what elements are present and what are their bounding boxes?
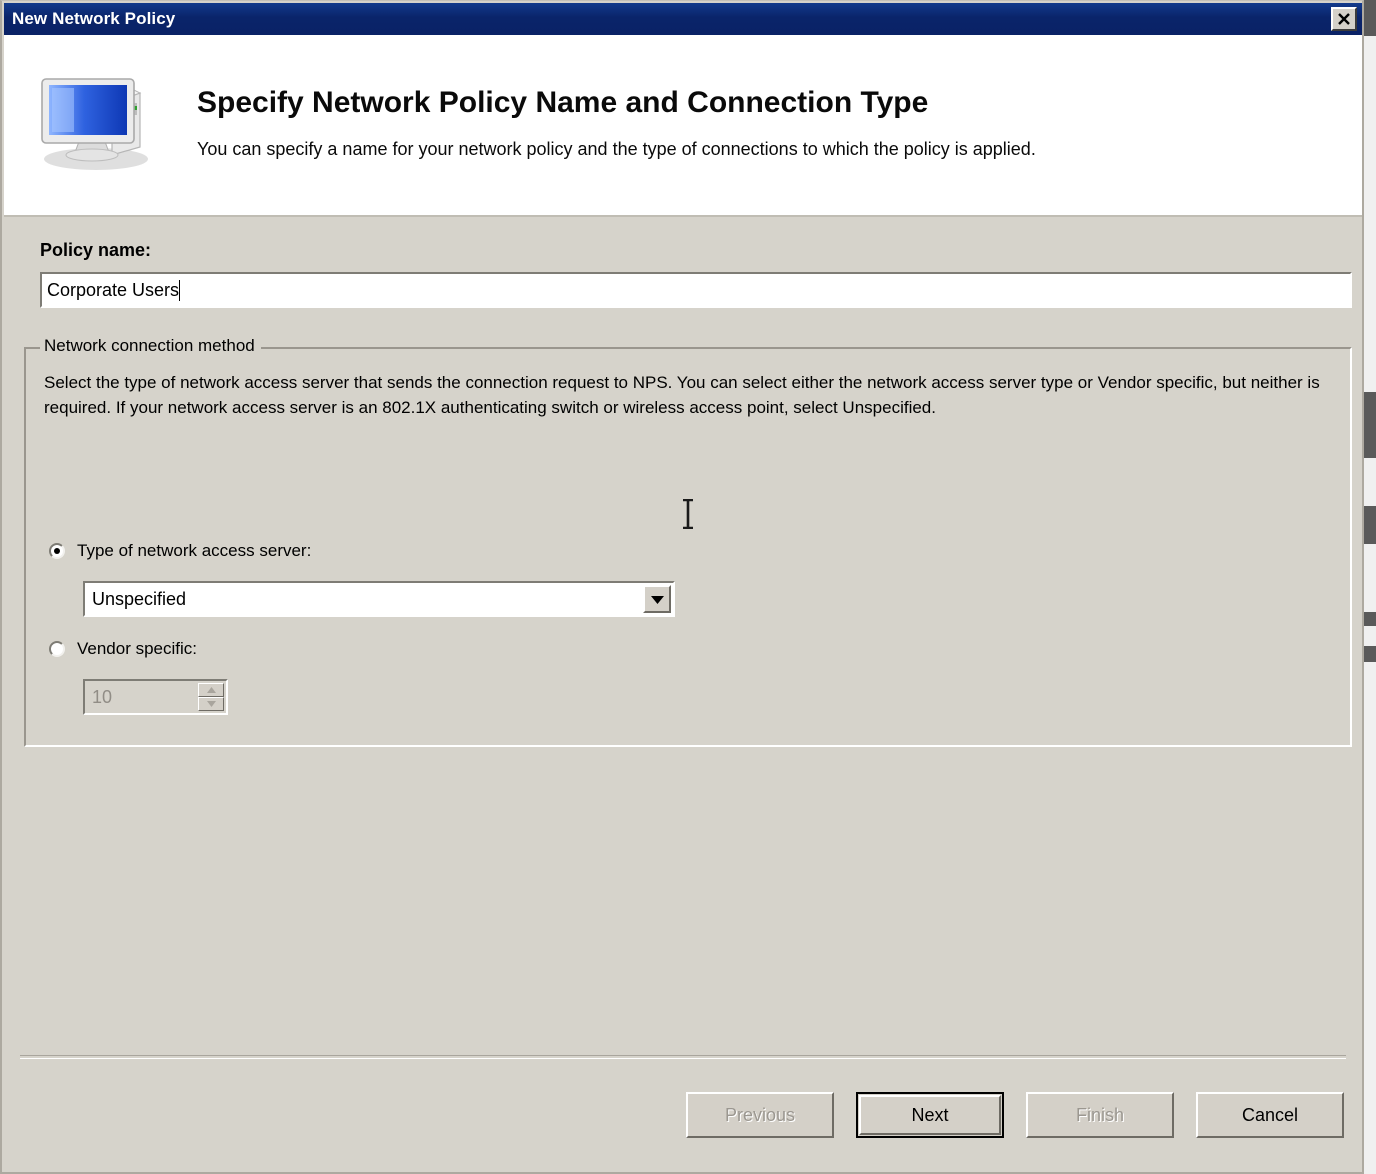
page-title: Specify Network Policy Name and Connecti…: [197, 86, 929, 119]
radio-vendor-specific-label: Vendor specific:: [77, 639, 198, 658]
close-button[interactable]: [1331, 7, 1357, 31]
vendor-specific-value: 10: [92, 686, 113, 707]
nas-type-selected-value: Unspecified: [92, 588, 187, 609]
radio-nas-type-label: Type of network access server:: [77, 541, 312, 560]
policy-name-input[interactable]: Corporate Users: [40, 272, 1352, 308]
close-x-icon: [1338, 13, 1350, 25]
footer-button-bar: Previous Next Finish Cancel: [686, 1092, 1344, 1138]
desktop-backdrop: New Network Policy Specify Network Polic…: [0, 0, 1376, 1174]
title-bar: New Network Policy: [4, 3, 1362, 35]
page-subtitle: You can specify a name for your network …: [197, 138, 1036, 159]
group-legend: Network connection method: [40, 336, 261, 356]
nas-type-dropdown-button[interactable]: [643, 585, 671, 613]
radio-vendor-specific-indicator[interactable]: [49, 641, 65, 657]
window-title: New Network Policy: [12, 9, 176, 28]
policy-name-label: Policy name:: [40, 240, 152, 260]
radio-nas-type-indicator[interactable]: [49, 543, 65, 559]
header-text-block: Specify Network Policy Name and Connecti…: [197, 87, 1342, 160]
previous-button[interactable]: Previous: [686, 1092, 834, 1138]
stepper-down-button[interactable]: [198, 697, 224, 711]
policy-name-value: Corporate Users: [47, 279, 180, 300]
radio-selected-dot: [54, 548, 60, 554]
chevron-up-icon: [206, 687, 216, 693]
header-band: Specify Network Policy Name and Connecti…: [4, 35, 1362, 217]
next-button[interactable]: Next: [856, 1092, 1004, 1138]
radio-nas-type[interactable]: Type of network access server:: [49, 541, 311, 561]
dialog-body: Policy name: Corporate Users Network con…: [4, 217, 1362, 1170]
radio-vendor-specific[interactable]: Vendor specific:: [49, 639, 197, 659]
computer-monitor-server-icon: [36, 65, 164, 175]
next-button-label: Next: [911, 1104, 949, 1125]
vendor-specific-stepper-buttons[interactable]: [198, 683, 224, 711]
vendor-specific-stepper[interactable]: 10: [83, 679, 228, 715]
new-network-policy-dialog: New Network Policy Specify Network Polic…: [0, 0, 1364, 1174]
chevron-down-icon: [206, 701, 216, 707]
chevron-down-icon: [650, 595, 664, 604]
footer-separator: [20, 1055, 1346, 1059]
group-description: Select the type of network access server…: [44, 373, 1320, 417]
text-caret: [179, 279, 181, 301]
stepper-up-button[interactable]: [198, 683, 224, 697]
cancel-button[interactable]: Cancel: [1196, 1092, 1344, 1138]
background-window-strip: [1363, 0, 1376, 1174]
network-connection-method-group: Network connection method Select the typ…: [24, 336, 1352, 747]
finish-button[interactable]: Finish: [1026, 1092, 1174, 1138]
nas-type-dropdown[interactable]: Unspecified: [83, 581, 675, 617]
